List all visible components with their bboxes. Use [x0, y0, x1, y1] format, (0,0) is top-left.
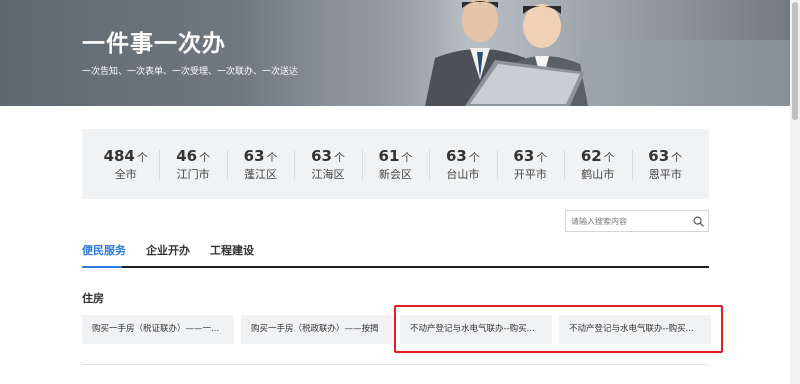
- page-subtitle: 一次告知、一次表单、一次受理、一次联办、一次送达: [82, 67, 299, 77]
- stat-pengjiang[interactable]: 63 个 蓬江区: [226, 146, 294, 182]
- service-item[interactable]: 购买一手房（税证联办）——一...: [82, 315, 234, 344]
- stat-unit: 个: [468, 151, 480, 164]
- stat-jiangmen[interactable]: 46 个 江门市: [159, 146, 226, 182]
- stat-xinhui[interactable]: 61 个 新会区: [361, 146, 429, 182]
- stat-heshan[interactable]: 62 个 鹤山市: [564, 146, 631, 182]
- stat-label: 鹤山市: [581, 168, 615, 181]
- service-item[interactable]: 不动产登记与水电气联办--购买...: [400, 315, 552, 344]
- service-item[interactable]: 不动产登记与水电气联办--购买...: [559, 315, 711, 344]
- stat-count: 63: [311, 147, 332, 165]
- stat-label: 新会区: [378, 168, 412, 181]
- stat-count: 63: [648, 147, 670, 165]
- service-item[interactable]: 购买一手房（税政联办）——按揭: [241, 315, 393, 344]
- scrollbar-thumb[interactable]: [792, 2, 798, 120]
- search-icon[interactable]: [688, 211, 708, 231]
- stat-label: 江门市: [176, 168, 210, 181]
- hero-banner: 一件事一次办 一次告知、一次表单、一次受理、一次联办、一次送达: [0, 0, 790, 106]
- stat-taishan[interactable]: 63 个 台山市: [429, 146, 496, 182]
- stat-quanshi[interactable]: 484 个 全市: [92, 146, 159, 182]
- stat-label: 恩平市: [648, 168, 682, 181]
- page-title: 一件事一次办: [82, 31, 226, 57]
- stat-kaiping[interactable]: 63 个 开平市: [496, 146, 564, 182]
- search-input[interactable]: [566, 211, 688, 231]
- active-tab-indicator: [82, 266, 122, 268]
- stat-label: 江海区: [311, 168, 345, 181]
- stat-count: 63: [513, 147, 535, 165]
- tab-qiye[interactable]: 企业开办: [146, 242, 190, 258]
- tab-bianmin[interactable]: 便民服务: [82, 242, 126, 258]
- region-stats-bar: 484 个 全市 46 个 江门市 63 个 蓬江区 63 个 江海区 61 个 新会区 …: [82, 129, 709, 199]
- stat-label: 全市: [114, 168, 137, 181]
- section-title: 住房: [82, 292, 104, 305]
- search-box: [565, 210, 709, 232]
- stat-jianghai[interactable]: 63 个 江海区: [294, 146, 361, 182]
- tab-gongcheng[interactable]: 工程建设: [210, 242, 254, 258]
- category-tabs: 便民服务 企业开办 工程建设: [82, 241, 709, 268]
- stat-count: 63: [243, 147, 265, 165]
- stat-count: 46: [176, 147, 198, 165]
- stat-label: 台山市: [446, 168, 480, 181]
- stat-unit: 个: [136, 151, 148, 164]
- stat-count: 484: [103, 147, 135, 165]
- stat-enping[interactable]: 63 个 恩平市: [631, 146, 699, 182]
- stat-count: 61: [378, 147, 400, 165]
- stat-unit: 个: [333, 151, 345, 164]
- stat-label: 蓬江区: [244, 168, 278, 181]
- stat-unit: 个: [199, 151, 211, 164]
- stat-count: 62: [580, 147, 602, 165]
- stat-unit: 个: [536, 151, 548, 164]
- businessmen-photo: [330, 0, 790, 106]
- stat-unit: 个: [603, 151, 615, 164]
- stat-unit: 个: [266, 151, 278, 164]
- stat-unit: 个: [401, 151, 413, 164]
- stat-count: 63: [445, 147, 467, 165]
- stat-label: 开平市: [513, 168, 547, 181]
- stat-unit: 个: [671, 151, 683, 164]
- divider: [82, 364, 709, 365]
